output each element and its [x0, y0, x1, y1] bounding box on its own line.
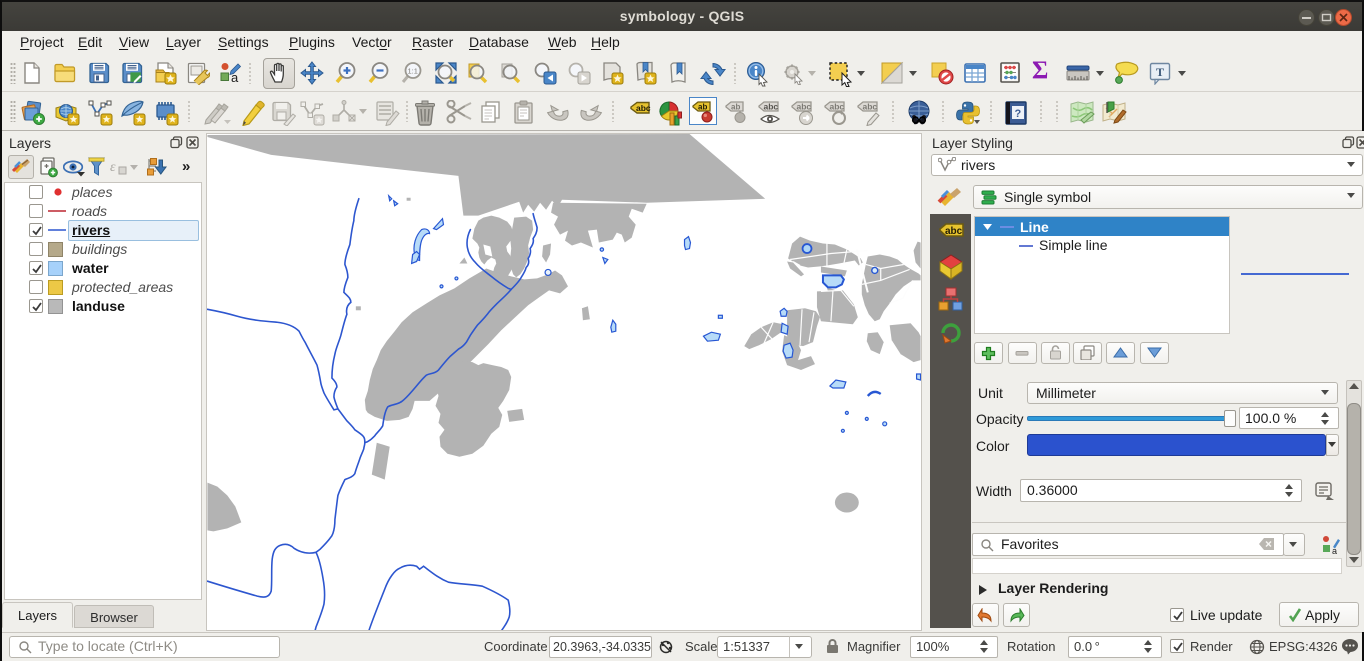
svg-text:abc: abc [797, 102, 812, 112]
svg-text:abc: abc [636, 103, 651, 113]
svg-text:a: a [231, 70, 239, 85]
svg-text:a: a [1332, 546, 1337, 555]
svg-text:T: T [1156, 65, 1164, 79]
svg-text:abc: abc [945, 226, 963, 237]
svg-text:abc: abc [863, 102, 878, 112]
svg-text:abc: abc [764, 102, 779, 112]
svg-text:1:1: 1:1 [408, 67, 418, 76]
svg-text:ab: ab [731, 103, 740, 112]
svg-text:abc: abc [830, 102, 845, 112]
svg-text:ab: ab [698, 103, 707, 112]
svg-text:?: ? [1015, 108, 1022, 120]
svg-text:ε: ε [110, 160, 116, 175]
